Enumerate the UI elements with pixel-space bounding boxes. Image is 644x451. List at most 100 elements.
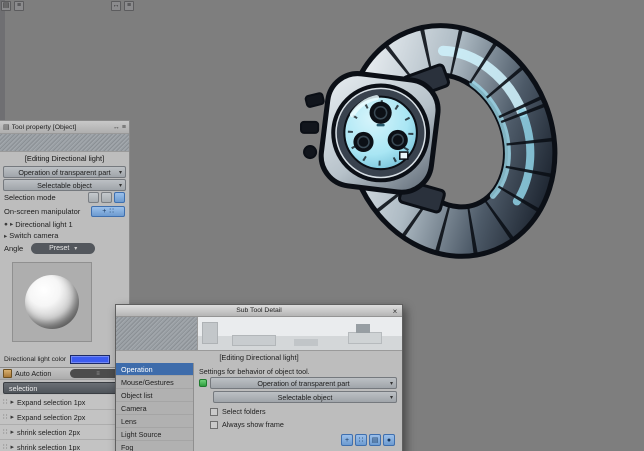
watch-subdial-top — [369, 101, 392, 124]
select-folders-label: Select folders — [222, 407, 266, 416]
angle-row: Angle Preset ▾ — [0, 241, 129, 256]
selectable-object-dropdown-label: Selectable object — [277, 392, 333, 402]
selectable-object-dropdown-label: Selectable object — [37, 180, 92, 190]
selectable-object-dropdown[interactable]: Selectable object ▾ — [3, 179, 126, 191]
auto-action-title: Auto Action — [15, 369, 52, 378]
chevron-down-icon: ▾ — [118, 182, 122, 189]
manipulator-option-icon[interactable]: + — [341, 434, 353, 446]
watch-pusher-bottom — [300, 120, 320, 134]
manipulator-label: On-screen manipulator — [4, 206, 81, 216]
light-direction-widget[interactable] — [12, 262, 92, 342]
transparent-part-dropdown-label: Operation of transparent part — [18, 167, 111, 177]
always-show-frame-checkbox[interactable] — [210, 420, 218, 429]
expander-icon[interactable]: ▸ — [10, 220, 13, 228]
watch-object[interactable] — [300, 18, 562, 270]
category-item-fog[interactable]: Fog — [116, 441, 193, 451]
watch-pusher-top — [304, 92, 325, 108]
light-color-row: Directional light color — [0, 352, 129, 367]
panel-menu-icon[interactable]: ≡ — [124, 1, 134, 11]
dialog-settings-pane: Settings for behavior of object tool. Op… — [194, 363, 402, 451]
expander-icon[interactable]: ▸ — [10, 428, 14, 436]
auto-action-row[interactable]: ∷ ▸ Expand selection 2px ○ — [0, 410, 129, 425]
collapsed-panel-strip — [0, 0, 5, 121]
auto-action-label: shrink selection 2px — [16, 427, 81, 437]
preset-button[interactable]: Preset ▾ — [31, 243, 96, 254]
switch-camera-label: Switch camera — [9, 231, 59, 240]
auto-action-label: Expand selection 1px — [16, 397, 86, 407]
selectable-object-dropdown[interactable]: Selectable object ▾ — [213, 391, 397, 403]
selectable-object-setting-row: Selectable object ▾ — [213, 391, 397, 403]
chevron-down-icon: ▾ — [118, 169, 122, 176]
tool-property-panel: ▤ Tool property [Object] ↔ ≡ [Editing Di… — [0, 120, 130, 451]
manipulator-row: On-screen manipulator + ∷ — [0, 204, 129, 218]
auto-action-row[interactable]: ∷ ▸ shrink selection 2px ○ — [0, 425, 129, 440]
manipulator-toggle-button[interactable]: + ∷ — [91, 205, 125, 217]
editing-target-label: [Editing Directional light] — [219, 352, 299, 362]
light-item-row[interactable]: ● ▸ Directional light 1 — [0, 218, 129, 230]
tool-property-title: Tool property [Object] — [11, 123, 77, 131]
switch-camera-row[interactable]: ▸ Switch camera — [0, 230, 129, 241]
action-set-name: selection — [9, 383, 38, 393]
drag-handle-icon[interactable]: ∷ — [3, 398, 7, 406]
auto-action-row[interactable]: ∷ ▸ Expand selection 1px ○ — [0, 395, 129, 410]
palette-menu-icon[interactable]: ≡ — [122, 124, 126, 131]
selection-mode-active-icon[interactable] — [114, 192, 125, 203]
category-list: Operation Mouse/Gestures Object list Cam… — [116, 363, 194, 451]
light-name-label: Directional light 1 — [15, 219, 73, 229]
selection-mode-row: Selection mode — [0, 191, 129, 204]
light-color-swatch[interactable] — [70, 355, 111, 364]
category-item-operation[interactable]: Operation — [116, 363, 193, 376]
expander-icon[interactable]: ▸ — [4, 232, 7, 240]
action-set-dropdown[interactable]: selection ▾ — [3, 382, 126, 394]
manipulator-option-icon[interactable]: ▤ — [369, 434, 381, 446]
auto-action-row[interactable]: ∷ ▸ shrink selection 1px ○ — [0, 440, 129, 451]
drag-handle-icon[interactable]: ∷ — [3, 443, 7, 451]
dialog-title: Sub Tool Detail — [236, 307, 282, 314]
transparent-part-setting-row: Operation of transparent part ▾ — [199, 377, 397, 389]
category-item-lens[interactable]: Lens — [116, 415, 193, 428]
manipulator-option-icon[interactable]: ● — [383, 434, 395, 446]
move-icon: + — [102, 207, 107, 215]
transparent-part-dropdown[interactable]: Operation of transparent part ▾ — [210, 377, 397, 389]
manipulator-icon-row: + ∷ ▤ ● — [199, 434, 397, 446]
always-show-frame-label: Always show frame — [222, 420, 284, 429]
settings-description: Settings for behavior of object tool. — [199, 366, 310, 376]
object-tool-icon — [199, 379, 207, 387]
category-item-object-list[interactable]: Object list — [116, 389, 193, 402]
preview-desk — [348, 332, 382, 344]
editing-target-label: [Editing Directional light] — [24, 154, 105, 163]
watch-crown — [303, 145, 318, 160]
category-item-light-source[interactable]: Light Source — [116, 428, 193, 441]
category-item-camera[interactable]: Camera — [116, 402, 193, 415]
panel-grid-icon[interactable]: ▤ — [1, 1, 11, 11]
tool-property-header: ▤ Tool property [Object] ↔ ≡ — [0, 121, 129, 134]
category-item-mouse-gestures[interactable]: Mouse/Gestures — [116, 376, 193, 389]
dialog-top-strip — [116, 317, 402, 351]
manipulator-option-icon[interactable]: ∷ — [355, 434, 367, 446]
expander-icon[interactable]: ▸ — [10, 413, 14, 421]
preset-button-label: Preset — [49, 245, 70, 252]
panel-collapse-icon[interactable]: ↔ — [111, 1, 121, 11]
close-icon[interactable]: × — [390, 306, 400, 316]
preview-sofa — [232, 335, 276, 346]
light-direction-sphere[interactable] — [25, 275, 79, 329]
auto-action-label: shrink selection 1px — [16, 442, 81, 451]
drag-handle-icon[interactable]: ∷ — [3, 413, 7, 421]
dialog-body: Operation Mouse/Gestures Object list Cam… — [116, 363, 402, 451]
select-folders-checkbox[interactable] — [210, 407, 218, 416]
transparent-part-dropdown[interactable]: Operation of transparent part ▾ — [3, 166, 126, 178]
expander-icon[interactable]: ▸ — [10, 443, 14, 451]
expander-icon[interactable]: ▸ — [10, 398, 14, 406]
panel-menu-icon[interactable]: ≡ — [14, 1, 24, 11]
dialog-title-bar[interactable]: Sub Tool Detail × — [116, 305, 402, 317]
subtool-texture-strip — [0, 134, 129, 152]
sub-tool-detail-dialog: Sub Tool Detail × [Editing Directional l… — [115, 304, 403, 451]
light-visibility-icon[interactable]: ● — [4, 221, 8, 228]
chevron-down-icon: ▾ — [389, 380, 393, 387]
subtool-texture-strip — [116, 317, 198, 350]
drag-handle-icon[interactable]: ∷ — [3, 428, 7, 436]
collapse-icon[interactable]: ↔ — [113, 124, 120, 131]
selection-mode-new-icon[interactable] — [88, 192, 99, 203]
selection-mode-add-icon[interactable] — [101, 192, 112, 203]
transparent-part-dropdown-label: Operation of transparent part — [257, 378, 350, 388]
